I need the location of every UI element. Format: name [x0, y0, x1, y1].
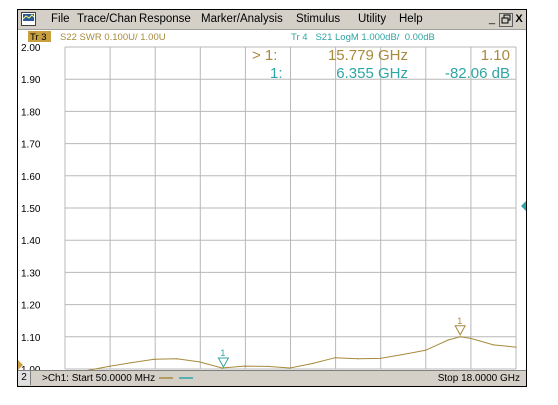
y-tick-label: 1.60 [21, 172, 41, 183]
tr3-point [153, 358, 155, 360]
restore-icon [501, 14, 511, 24]
tr3-point [402, 353, 404, 356]
tr3-point [311, 362, 314, 365]
close-button[interactable]: X [513, 12, 525, 27]
y-tick-label: 2.00 [21, 43, 41, 54]
y-tick-label: 1.30 [21, 268, 41, 279]
tr3-point [447, 339, 449, 341]
tr3-point [515, 346, 517, 348]
menu-utility[interactable]: Utility [358, 12, 386, 27]
y-tick-label: 1.40 [21, 236, 41, 247]
menu-file[interactable]: File [51, 12, 70, 27]
trace-legend-icon [159, 377, 193, 379]
y-tick-label: 1.20 [21, 301, 41, 312]
restore-button[interactable] [499, 13, 513, 27]
y-tick-label: 1.10 [21, 333, 41, 344]
tr3-point [459, 336, 461, 338]
tr3-point [130, 361, 133, 364]
tr3-point [244, 365, 246, 367]
y-tick-label: 1.80 [21, 107, 41, 118]
tr3-point [379, 357, 381, 359]
tr3-point [176, 358, 178, 360]
y-tick-label: 1.70 [21, 140, 41, 151]
y-tick-label: 1.50 [21, 204, 41, 215]
tr3-point [198, 361, 201, 363]
marker1-tr4-value: -82.06 dB [445, 65, 510, 82]
trace-plot: 2.00 1.90 1.80 1.70 1.60 1.50 1.40 1.30 1.20 1.10… [18, 31, 526, 376]
tr3-point [357, 358, 359, 360]
marker1-tr3-label: > 1: [252, 47, 277, 64]
marker1-tr3-value: 1.10 [481, 47, 510, 64]
marker1-tr4-label: 1 [220, 348, 225, 358]
tr3-point [334, 357, 336, 359]
tr3-point [470, 337, 472, 340]
y-tick-label: 1.90 [21, 75, 41, 86]
start-frequency[interactable]: >Ch1: Start 50.0000 MHz [42, 372, 155, 385]
tr3-point [266, 365, 268, 368]
markers-layer: 11 [217, 316, 467, 369]
minimize-button[interactable]: _ [486, 12, 498, 27]
menu-stimulus[interactable]: Stimulus [296, 12, 340, 27]
tr3-info[interactable]: S22 SWR 0.100U/ 1.00U [60, 32, 166, 43]
marker1-tr4-label: 1: [270, 65, 283, 82]
menu-trace-chan[interactable]: Trace/Chan [77, 12, 137, 27]
tr3-point [108, 365, 110, 368]
stop-frequency[interactable]: Stop 18.0000 GHz [438, 372, 520, 385]
menu-help[interactable]: Help [399, 12, 423, 27]
menu-bar: File Trace/Chan Response Marker/Analysis… [18, 10, 526, 30]
y-axis-ticks: 2.00 1.90 1.80 1.70 1.60 1.50 1.40 1.30 1.20 1.10… [21, 43, 41, 376]
tr3-point [289, 367, 291, 369]
marker1-tr4-freq: 6.355 GHz [336, 65, 408, 82]
grid [64, 46, 517, 370]
tr3-point [424, 349, 427, 351]
marker1-tr3-freq: 15.779 GHz [328, 47, 408, 64]
marker1-tr4 [217, 357, 230, 369]
app-icon[interactable] [21, 12, 36, 26]
menu-response[interactable]: Response [139, 12, 191, 27]
marker1-tr3-label: 1 [457, 316, 462, 326]
tr3-point [221, 367, 223, 369]
menu-marker-analysis[interactable]: Marker/Analysis [201, 12, 283, 27]
tr3-point [492, 344, 494, 346]
trace-display: 2.00 1.90 1.80 1.70 1.60 1.50 1.40 1.30 1.20 1.10… [18, 30, 526, 382]
tr4-info[interactable]: Tr 4 S21 LogM 1.000dB/ 0.00dB [291, 32, 435, 43]
tr4-ref-arrow [521, 201, 526, 211]
marker1-tr3 [454, 325, 467, 336]
status-bar: 2 >Ch1: Start 50.0000 MHz Stop 18.0000 G… [18, 370, 526, 386]
channel-number[interactable]: 2 [18, 371, 31, 385]
trace-header: Tr 3 S22 SWR 0.100U/ 1.00U Tr 4 S21 LogM… [28, 31, 435, 43]
tr3-badge[interactable]: Tr 3 [30, 32, 47, 43]
